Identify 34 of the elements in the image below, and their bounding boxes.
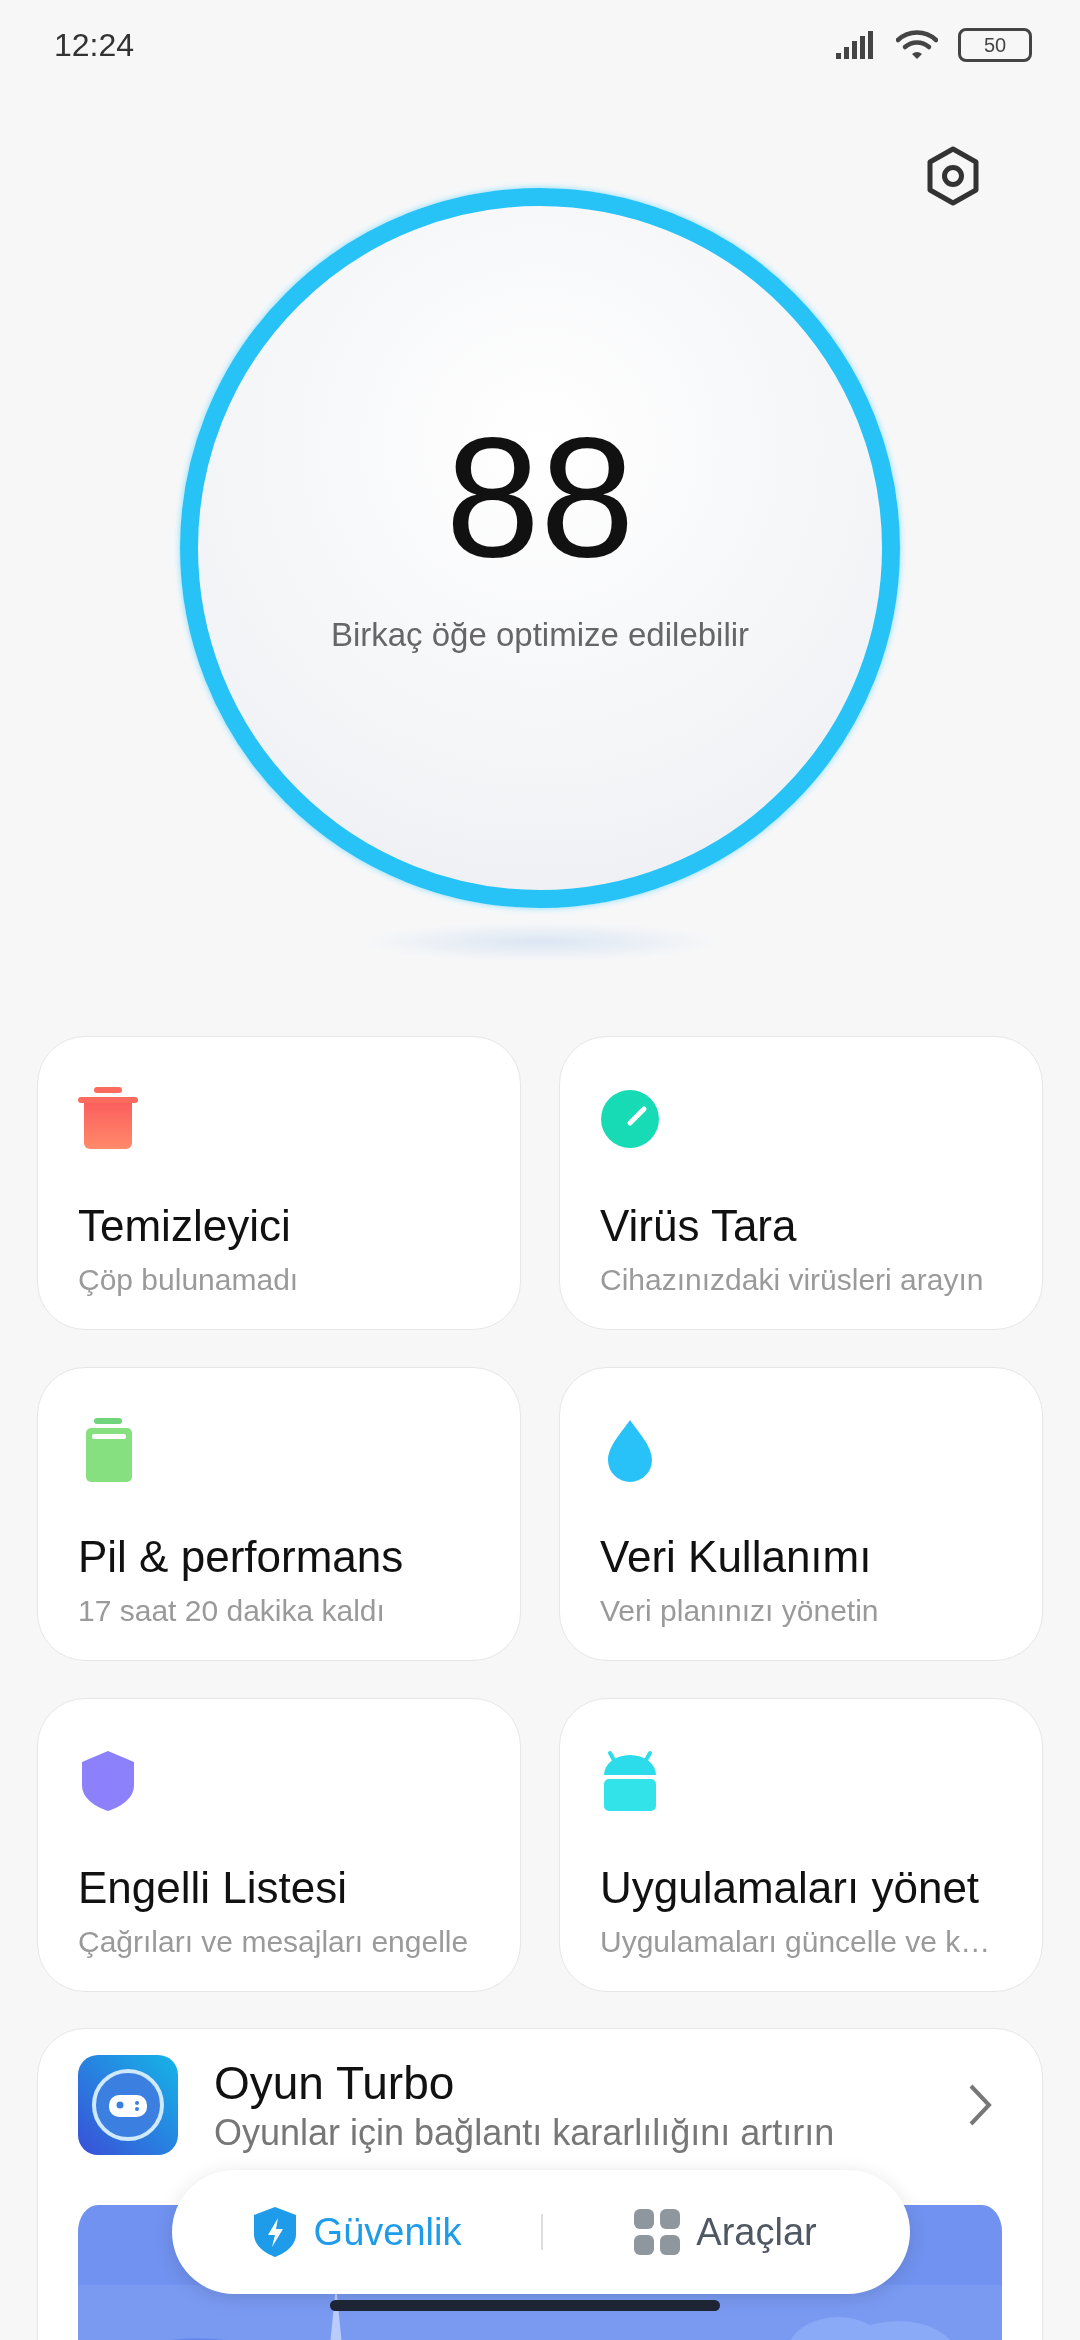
card-subtitle: Çöp bulunamadı [78,1263,299,1297]
battery-indicator: 50 [958,28,1032,62]
gamepad-icon [78,2055,178,2155]
card-subtitle: Uygulamaları güncelle ve k… [600,1925,991,1959]
card-title: Oyun Turbo [214,2056,456,2110]
trash-icon [78,1087,138,1151]
chevron-icon [968,2083,992,2127]
gauge-icon [600,1087,660,1151]
card-title: Pil & performans [78,1532,404,1582]
signal-icon [836,31,876,59]
feature-card[interactable]: Veri Kullanımı Veri planınızı yönetin [559,1367,1043,1661]
card-title: Virüs Tara [600,1201,797,1251]
status-time: 12:24 [54,26,135,64]
grid-icon [634,2209,681,2255]
card-subtitle: 17 saat 20 dakika kaldı [78,1594,385,1628]
card-subtitle: Oyunlar için bağlantı kararlılığını artırın [214,2112,836,2154]
feature-card[interactable]: Engelli Listesi Çağrıları ve mesajları engelle [37,1698,521,1992]
shield-bolt-icon [251,2206,298,2258]
card-title: Temizleyici [78,1201,291,1251]
feature-card[interactable]: Temizleyici Çöp bulunamadı [37,1036,521,1330]
nav-tab[interactable]: Araçlar [541,2170,910,2294]
feature-card[interactable]: Pil & performans 17 saat 20 dakika kaldı [37,1367,521,1661]
score-value: 88 [445,412,635,582]
card-title: Veri Kullanımı [600,1532,872,1582]
score-caption: Birkaç öğe optimize edilebilir [330,616,750,654]
card-title: Engelli Listesi [78,1863,348,1913]
card-title: Uygulamaları yönet [600,1863,980,1913]
card-subtitle: Çağrıları ve mesajları engelle [78,1925,469,1959]
wifi-icon [896,30,938,60]
feature-card[interactable]: Virüs Tara Cihazınızdaki virüsleri arayın [559,1036,1043,1330]
feature-card[interactable]: Uygulamaları yönet Uygulamaları güncelle ve k… [559,1698,1043,1992]
card-subtitle: Veri planınızı yönetin [600,1594,879,1628]
settings-icon[interactable] [926,146,980,206]
card-subtitle: Cihazınızdaki virüsleri arayın [600,1263,984,1297]
